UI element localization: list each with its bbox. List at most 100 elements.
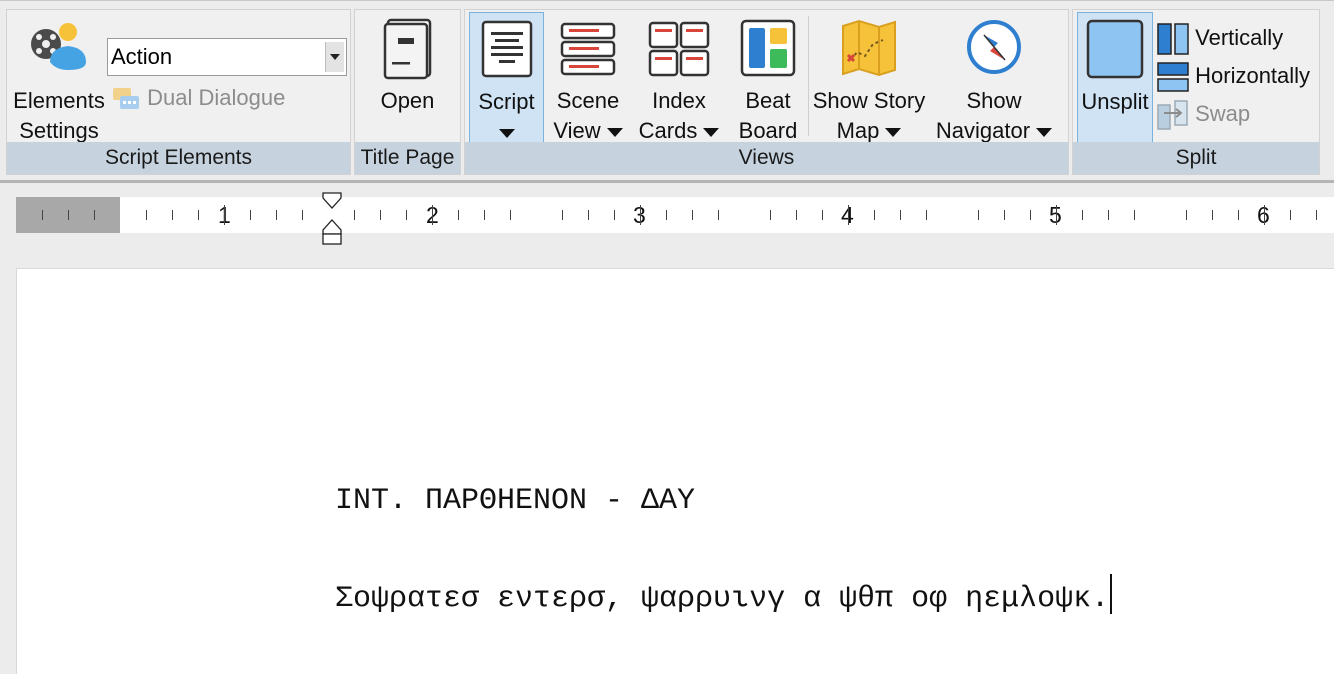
script-dropdown-icon[interactable] <box>498 128 515 138</box>
title-page-icon <box>383 18 431 80</box>
vertically-label: Vertically <box>1195 25 1284 50</box>
script-page[interactable]: INT. ΠΑΡΘΗΕΝΟΝ - ΔΑΥ Σοψρατεσ εντερσ, ψα… <box>16 268 1334 674</box>
beat-board-icon <box>740 19 796 77</box>
ruler-tick <box>458 210 459 220</box>
ruler-tick <box>1134 210 1135 220</box>
index-cards-dropdown-icon[interactable] <box>703 127 720 137</box>
title-page-open-button[interactable]: Open <box>357 12 458 144</box>
script-icon <box>481 20 532 78</box>
compass-icon <box>967 20 1021 74</box>
elements-settings-button[interactable]: Elements Settings <box>9 12 109 144</box>
ruler-tick <box>666 210 667 220</box>
open-label: Open <box>380 88 435 113</box>
group-label-views: Views <box>465 142 1068 174</box>
group-label-split: Split <box>1073 142 1319 174</box>
group-split: Unsplit Vertically Horizontally Swap Spl… <box>1072 9 1320 175</box>
ruler-tick <box>562 210 563 220</box>
dual-dialogue-label: Dual Dialogue <box>147 85 286 110</box>
story-map-label-2: Map <box>836 118 880 143</box>
ruler-tick <box>146 210 147 220</box>
views-divider <box>808 16 809 136</box>
indent-marker-icon[interactable] <box>322 192 342 246</box>
ruler-tick <box>94 210 95 220</box>
ruler-tick <box>1316 210 1317 220</box>
group-script-elements: Elements Settings Action Dual Dialogue S… <box>6 9 351 175</box>
ruler-tick <box>302 210 303 220</box>
index-cards-label-2: Cards <box>638 118 698 143</box>
beat-board-button[interactable]: Beat Board <box>731 12 805 144</box>
scene-view-icon <box>560 22 616 76</box>
chevron-down-icon[interactable] <box>325 42 344 72</box>
story-map-dropdown-icon[interactable] <box>885 127 902 137</box>
scene-view-dropdown-icon[interactable] <box>606 127 623 137</box>
ruler-tick <box>250 210 251 220</box>
navigator-label-1: Show <box>966 88 1022 113</box>
ruler-tick <box>1212 210 1213 220</box>
elements-settings-label-1: Elements <box>13 88 105 113</box>
ruler-tick <box>224 205 225 225</box>
group-views: Script Scene View Index Cards Beat Board… <box>464 9 1069 175</box>
group-label-title-page: Title Page <box>355 142 460 174</box>
ruler-tick <box>1238 210 1239 220</box>
split-vertically-button[interactable]: Vertically <box>1157 22 1283 55</box>
elements-settings-icon <box>31 23 86 70</box>
action-line[interactable]: Σοψρατεσ εντερσ, ψαρρυινγ α ψθπ οφ ηεμλο… <box>335 574 1113 616</box>
swap-button[interactable]: Swap <box>1157 98 1250 131</box>
unsplit-icon <box>1086 19 1144 79</box>
ruler-tick <box>42 210 43 220</box>
action-text: Σοψρατεσ εντερσ, ψαρρυινγ α ψθπ οφ ηεμλο… <box>335 582 1110 616</box>
ruler-tick <box>1290 210 1291 220</box>
beat-board-label-1: Beat <box>745 88 791 113</box>
ruler-tick <box>1056 205 1057 225</box>
index-cards-button[interactable]: Index Cards <box>633 12 725 144</box>
element-type-select[interactable]: Action <box>107 38 347 76</box>
show-navigator-button[interactable]: Show Navigator <box>929 12 1059 144</box>
unsplit-label: Unsplit <box>1081 89 1149 114</box>
element-type-value: Action <box>111 44 173 69</box>
ruler-tick <box>926 210 927 220</box>
ruler-tick <box>432 205 433 225</box>
ruler-tick <box>1186 210 1187 220</box>
group-label-script-elements: Script Elements <box>7 142 350 174</box>
ruler-tick <box>1004 210 1005 220</box>
ruler-tick <box>978 210 979 220</box>
ruler-tick <box>354 210 355 220</box>
index-cards-icon <box>648 21 710 77</box>
ruler[interactable]: 1 2 3 4 5 6 <box>16 192 1334 245</box>
ruler-tick <box>406 210 407 220</box>
scene-view-button[interactable]: Scene View <box>547 12 629 144</box>
ruler-tick <box>198 210 199 220</box>
ruler-tick <box>822 210 823 220</box>
ruler-tick <box>276 210 277 220</box>
ruler-tick <box>1030 210 1031 220</box>
swap-label: Swap <box>1195 101 1251 126</box>
split-vertically-icon <box>1157 23 1189 55</box>
ruler-tick <box>692 210 693 220</box>
unsplit-button[interactable]: Unsplit <box>1077 12 1153 144</box>
ruler-tick <box>1264 205 1265 225</box>
scene-view-label-2: View <box>553 118 601 143</box>
ruler-tick <box>614 210 615 220</box>
navigator-label-2: Navigator <box>935 118 1031 143</box>
script-view-button[interactable]: Script <box>469 12 544 144</box>
scene-heading[interactable]: INT. ΠΑΡΘΗΕΝΟΝ - ΔΑΥ <box>335 484 695 518</box>
ruler-tick <box>718 210 719 220</box>
ruler-tick <box>796 210 797 220</box>
text-caret <box>1110 574 1113 614</box>
ruler-tick <box>640 205 641 225</box>
ruler-tick <box>848 205 849 225</box>
split-horizontally-button[interactable]: Horizontally <box>1157 60 1310 93</box>
show-story-map-button[interactable]: Show Story Map <box>811 12 927 144</box>
split-horizontally-icon <box>1157 62 1189 92</box>
story-map-label-1: Show Story <box>812 88 926 113</box>
ruler-tick <box>484 210 485 220</box>
ribbon: Elements Settings Action Dual Dialogue S… <box>0 0 1334 179</box>
dual-dialogue-button[interactable]: Dual Dialogue <box>111 82 285 114</box>
ruler-tick <box>900 210 901 220</box>
ruler-tick <box>770 210 771 220</box>
ruler-tick <box>588 210 589 220</box>
navigator-dropdown-icon[interactable] <box>1036 127 1053 137</box>
ruler-tick <box>172 210 173 220</box>
ruler-tick <box>68 210 69 220</box>
ruler-tick <box>380 210 381 220</box>
